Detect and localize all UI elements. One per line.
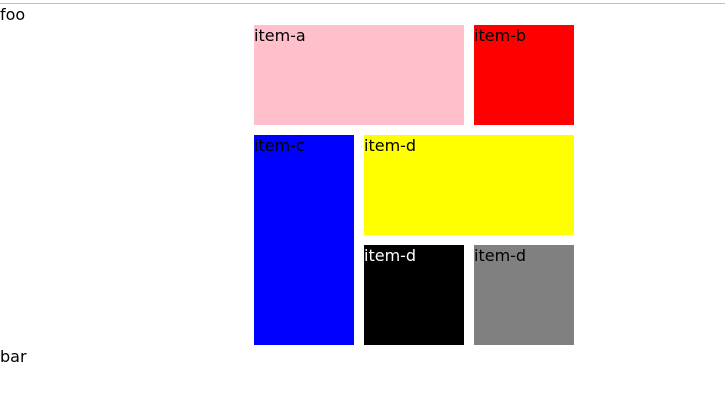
grid-container: item-a item-b item-c item-d item-d item-… <box>254 25 574 345</box>
grid-item-d-gray: item-d <box>474 245 574 345</box>
grid-item-d-yellow: item-d <box>364 135 574 235</box>
grid-item-a: item-a <box>254 25 464 125</box>
bar-text: bar <box>0 347 27 366</box>
foo-text: foo <box>0 5 26 24</box>
top-border-line <box>0 3 725 4</box>
grid-item-c: item-c <box>254 135 354 345</box>
grid-item-d-black: item-d <box>364 245 464 345</box>
grid-item-b: item-b <box>474 25 574 125</box>
